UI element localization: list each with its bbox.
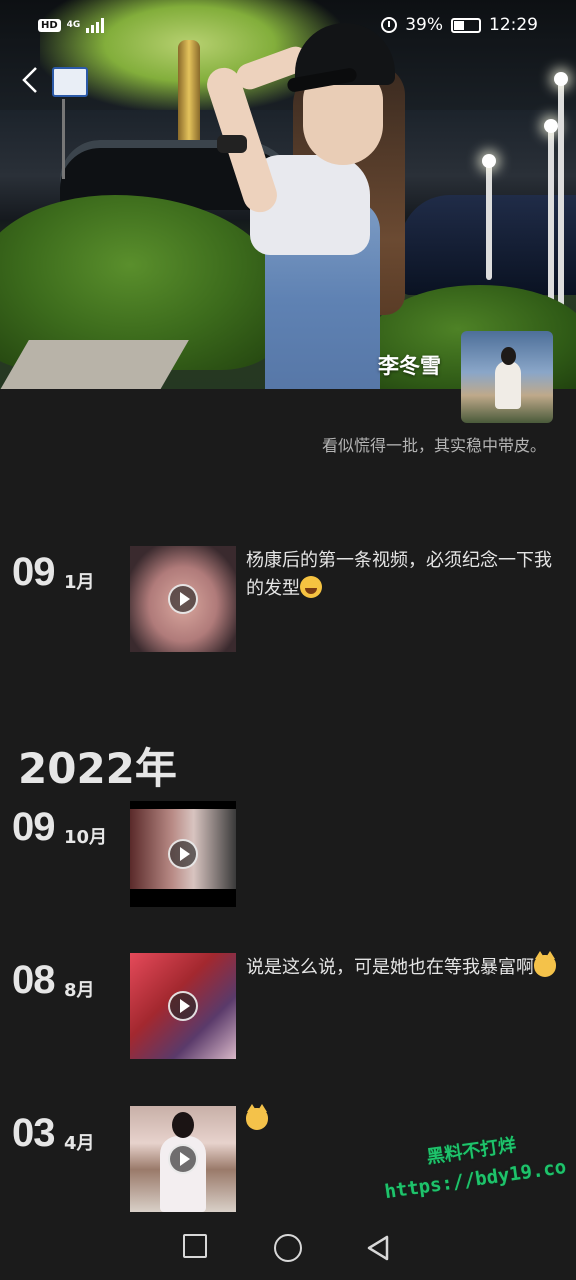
system-back-button[interactable]	[365, 1234, 393, 1262]
home-button[interactable]	[274, 1233, 302, 1262]
cat-emoji	[534, 951, 556, 977]
profile-name: 李冬雪	[378, 354, 441, 378]
chevron-left-icon	[22, 67, 37, 93]
network-type: 4G	[66, 20, 81, 30]
post-caption[interactable]	[246, 1104, 558, 1135]
post-caption[interactable]: 说是这么说，可是她也在等我暴富啊	[246, 951, 558, 982]
back-button[interactable]	[14, 64, 46, 96]
cat-emoji	[246, 1104, 268, 1130]
avatar[interactable]	[461, 331, 553, 423]
battery-icon	[451, 17, 481, 33]
hd-badge: HD	[38, 18, 61, 32]
play-icon	[168, 991, 198, 1021]
cover-person	[195, 15, 425, 389]
recent-apps-button[interactable]	[183, 1233, 211, 1262]
date-month: 1月	[64, 572, 95, 593]
battery-percent: 39%	[405, 15, 443, 35]
clock: 12:29	[489, 15, 538, 35]
system-nav-bar	[0, 1215, 576, 1280]
status-bar: HD 4G 39% 12:29	[0, 0, 576, 50]
date-day: 09	[12, 550, 55, 594]
date-month: 4月	[64, 1133, 95, 1154]
play-icon	[168, 1144, 198, 1174]
year-heading: 2022年	[18, 744, 177, 793]
post-caption[interactable]: 杨康后的第一条视频，必须纪念一下我的发型	[246, 547, 558, 603]
date-day: 03	[12, 1111, 55, 1155]
alarm-icon	[381, 17, 398, 33]
video-thumbnail[interactable]	[130, 801, 236, 907]
square-icon	[183, 1233, 207, 1258]
date-month: 8月	[64, 980, 95, 1001]
video-thumbnail[interactable]	[130, 1106, 236, 1212]
watermark: 黑料不打烊 https://bdy19.co	[383, 1134, 568, 1204]
date-month: 10月	[64, 827, 108, 848]
triangle-back-icon	[367, 1235, 389, 1260]
date-day: 09	[12, 805, 55, 849]
laugh-emoji	[300, 576, 322, 598]
video-thumbnail[interactable]	[130, 953, 236, 1059]
date-day: 08	[12, 958, 55, 1002]
play-icon	[168, 584, 198, 614]
video-thumbnail[interactable]	[130, 546, 236, 652]
profile-signature: 看似慌得一批，其实稳中带皮。	[321, 436, 546, 455]
play-icon	[168, 839, 198, 869]
signal-icon	[86, 17, 105, 33]
